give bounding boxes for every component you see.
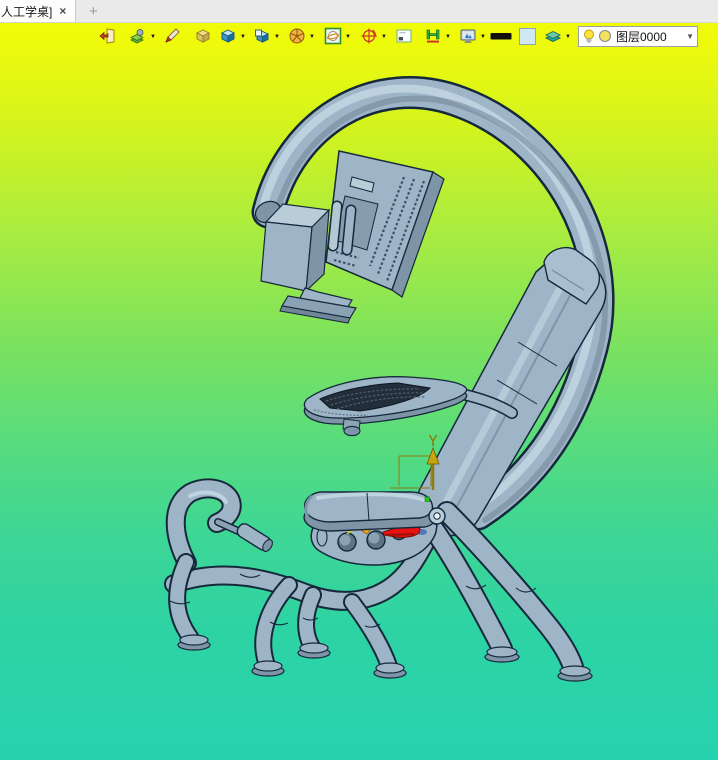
cad-application-window: Y 人工学桌] × + ▼ ▼ ▼ ▼ ▼ ▼ ▼ ▼ ▼ 图层0000 ▼: [0, 0, 718, 760]
viewport-button[interactable]: [394, 26, 414, 46]
display-monitor-button[interactable]: [458, 26, 478, 46]
current-color-button[interactable]: [518, 26, 536, 46]
tab-label: 人工学桌]: [1, 4, 53, 19]
tab-active-document[interactable]: 人工学桌] ×: [0, 0, 77, 22]
seat-cushion: [303, 491, 446, 532]
model-viewport[interactable]: Y: [0, 0, 718, 760]
viewport-icon: [396, 29, 412, 43]
display-monitor-dropdown[interactable]: ▼: [478, 26, 488, 46]
render-sheets-icon: [130, 29, 144, 44]
view-cube-button[interactable]: [218, 26, 238, 46]
combo-dropdown-icon[interactable]: ▼: [686, 32, 694, 41]
exit-door-button[interactable]: [98, 26, 118, 46]
view-cube-icon: [220, 29, 236, 43]
chair-3d-model: Y: [164, 76, 615, 682]
dimension-button[interactable]: [423, 26, 443, 46]
segment-wheel-dropdown[interactable]: ▼: [307, 26, 317, 46]
rotate-crosshair-icon: [361, 28, 378, 44]
solid-box-icon: [195, 29, 211, 43]
rotate-crosshair-dropdown[interactable]: ▼: [379, 26, 389, 46]
sphere-frame-dropdown[interactable]: ▼: [343, 26, 353, 46]
tab-close-icon[interactable]: ×: [59, 5, 66, 17]
lightbulb-icon: [584, 29, 594, 43]
line-width-icon: [490, 33, 512, 40]
sketch-pen-button[interactable]: [162, 26, 182, 46]
cube-face-icon: [255, 29, 270, 43]
segment-wheel-icon: [289, 28, 305, 44]
vertex-highlight: [424, 496, 430, 502]
document-tab-bar: 人工学桌] × +: [0, 0, 718, 23]
rotate-crosshair-button[interactable]: [359, 26, 379, 46]
exit-door-icon: [99, 28, 115, 44]
view-cube-dropdown[interactable]: ▼: [238, 26, 248, 46]
render-sheets-dropdown[interactable]: ▼: [148, 26, 158, 46]
cube-face-button[interactable]: [252, 26, 272, 46]
display-monitor-icon: [460, 29, 476, 43]
dimension-icon: [426, 29, 440, 43]
render-sheets-button[interactable]: [128, 26, 148, 46]
layer-color-icon: [598, 29, 612, 43]
sphere-frame-button[interactable]: [323, 26, 343, 46]
layers-button[interactable]: [543, 26, 563, 46]
dimension-dropdown[interactable]: ▼: [443, 26, 453, 46]
layer-select-combo[interactable]: 图层0000 ▼: [578, 25, 698, 47]
segment-wheel-button[interactable]: [287, 26, 307, 46]
layers-icon: [544, 30, 562, 43]
new-tab-button[interactable]: +: [76, 0, 110, 22]
color-swatch-icon: [518, 27, 536, 45]
line-width-button[interactable]: [490, 26, 512, 46]
axis-y-label: Y: [428, 432, 437, 450]
cube-face-dropdown[interactable]: ▼: [272, 26, 282, 46]
hand-controller: [236, 523, 273, 552]
sketch-pen-icon: [165, 28, 180, 43]
solid-box-button[interactable]: [193, 26, 213, 46]
sphere-frame-icon: [324, 27, 342, 45]
layer-name-label: 图层0000: [616, 29, 667, 44]
quick-toolbar: ▼ ▼ ▼ ▼ ▼ ▼ ▼ ▼ ▼ 图层0000 ▼: [98, 25, 698, 47]
layers-dropdown[interactable]: ▼: [563, 26, 573, 46]
